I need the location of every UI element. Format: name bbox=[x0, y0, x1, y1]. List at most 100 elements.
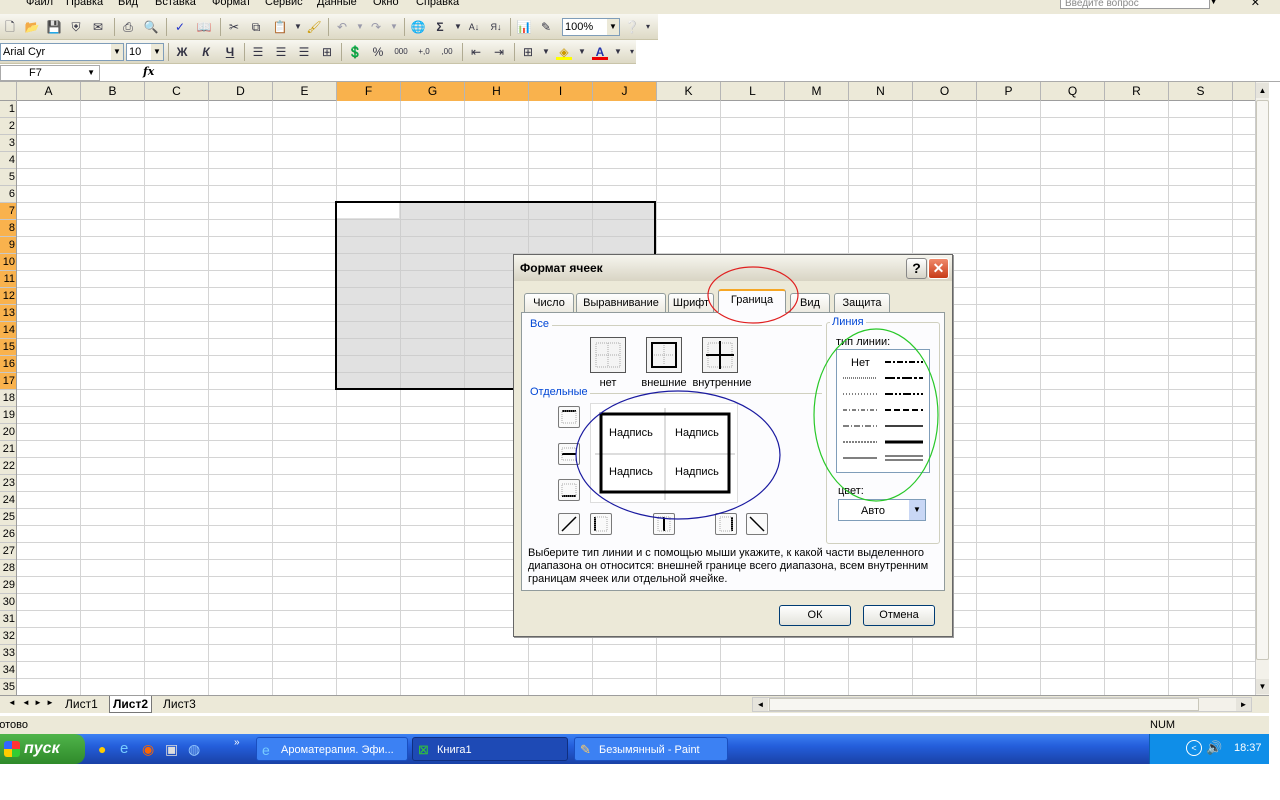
column-header-e[interactable]: E bbox=[273, 82, 337, 101]
question-box[interactable]: Введите вопрос bbox=[1060, 0, 1210, 9]
toolbar-options-icon[interactable]: ▾ bbox=[624, 44, 640, 60]
taskbar-button-paint[interactable]: ✎ Безымянный - Paint bbox=[574, 737, 728, 761]
vertical-scrollbar[interactable]: ▲ ▼ bbox=[1255, 82, 1269, 695]
bold-button[interactable]: Ж bbox=[174, 44, 190, 60]
row-header-19[interactable]: 19 bbox=[0, 407, 16, 424]
row-header-27[interactable]: 27 bbox=[0, 543, 16, 560]
font-color-icon[interactable]: A bbox=[592, 44, 608, 60]
preset-inside-button[interactable] bbox=[702, 337, 738, 373]
quicklaunch-icon-5[interactable]: ◍ bbox=[188, 741, 200, 758]
column-header-c[interactable]: C bbox=[145, 82, 209, 101]
column-header-g[interactable]: G bbox=[401, 82, 465, 101]
paste-icon[interactable]: 📋 bbox=[272, 19, 288, 35]
row-header-13[interactable]: 13 bbox=[0, 305, 16, 322]
row-header-3[interactable]: 3 bbox=[0, 135, 16, 152]
name-box[interactable]: F7 ▼ bbox=[0, 65, 100, 81]
column-header-f[interactable]: F bbox=[337, 82, 401, 101]
row-header-11[interactable]: 11 bbox=[0, 271, 16, 288]
sort-descending-icon[interactable]: Я↓ bbox=[488, 19, 504, 35]
column-header-s[interactable]: S bbox=[1169, 82, 1233, 101]
row-header-14[interactable]: 14 bbox=[0, 322, 16, 339]
row-header-6[interactable]: 6 bbox=[0, 186, 16, 203]
line-style-swatches[interactable] bbox=[837, 350, 931, 474]
quicklaunch-icon-3[interactable]: ◉ bbox=[142, 741, 154, 758]
scroll-down-icon[interactable]: ▼ bbox=[1256, 679, 1269, 694]
border-diagonal-down-button[interactable] bbox=[746, 513, 768, 535]
open-icon[interactable]: 📂 bbox=[24, 19, 40, 35]
row-header-28[interactable]: 28 bbox=[0, 560, 16, 577]
cut-icon[interactable]: ✂ bbox=[226, 19, 242, 35]
font-name-combo[interactable]: Arial Cyr ▼ bbox=[0, 43, 124, 61]
column-header-k[interactable]: K bbox=[657, 82, 721, 101]
underline-button[interactable]: Ч bbox=[222, 44, 238, 60]
borders-icon[interactable]: ⊞ bbox=[520, 44, 536, 60]
currency-icon[interactable]: 💲 bbox=[347, 44, 363, 60]
internet-explorer-icon[interactable]: e bbox=[120, 740, 128, 757]
taskbar-button-excel[interactable]: ⊠ Книга1 bbox=[412, 737, 568, 761]
save-icon[interactable]: 💾 bbox=[46, 19, 62, 35]
format-painter-icon[interactable]: 🖌 bbox=[306, 19, 322, 35]
menu-data[interactable]: Данные bbox=[317, 0, 357, 8]
row-header-17[interactable]: 17 bbox=[0, 373, 16, 390]
menu-edit[interactable]: Правка bbox=[66, 0, 103, 8]
border-bottom-button[interactable] bbox=[558, 479, 580, 501]
decrease-decimal-icon[interactable]: ,00 bbox=[439, 44, 455, 60]
help-icon[interactable]: ❔ bbox=[624, 19, 640, 35]
print-preview-icon[interactable]: 🔍 bbox=[143, 19, 159, 35]
tab-protection[interactable]: Защита bbox=[834, 293, 890, 312]
research-icon[interactable]: 📖 bbox=[196, 19, 212, 35]
undo-dropdown-icon[interactable]: ▼ bbox=[352, 19, 368, 35]
prev-sheet-icon[interactable]: ◄ bbox=[22, 698, 30, 707]
menu-file[interactable]: Файл bbox=[26, 0, 53, 8]
borders-dropdown-icon[interactable]: ▼ bbox=[538, 44, 554, 60]
horizontal-scrollbar[interactable]: ◄ ► bbox=[752, 697, 1252, 712]
row-header-12[interactable]: 12 bbox=[0, 288, 16, 305]
column-header-l[interactable]: L bbox=[721, 82, 785, 101]
border-inside-vertical-button[interactable] bbox=[653, 513, 675, 535]
merge-center-icon[interactable]: ⊞ bbox=[319, 44, 335, 60]
row-header-20[interactable]: 20 bbox=[0, 424, 16, 441]
border-diagonal-up-button[interactable] bbox=[558, 513, 580, 535]
column-header-n[interactable]: N bbox=[849, 82, 913, 101]
tab-border[interactable]: Граница bbox=[718, 289, 786, 313]
row-header-32[interactable]: 32 bbox=[0, 628, 16, 645]
row-header-4[interactable]: 4 bbox=[0, 152, 16, 169]
row-header-15[interactable]: 15 bbox=[0, 339, 16, 356]
new-icon[interactable]: 🗋 bbox=[2, 19, 18, 35]
fill-color-dropdown-icon[interactable]: ▼ bbox=[574, 44, 590, 60]
sort-ascending-icon[interactable]: A↓ bbox=[466, 19, 482, 35]
column-header-a[interactable]: A bbox=[17, 82, 81, 101]
sheet-tab-1[interactable]: Лист1 bbox=[62, 696, 101, 713]
permission-icon[interactable]: ⛨ bbox=[68, 19, 84, 35]
toolbar-options-icon[interactable]: ▾ bbox=[640, 19, 656, 35]
menu-tools[interactable]: Сервис bbox=[265, 0, 303, 8]
next-sheet-icon[interactable]: ► bbox=[34, 698, 42, 707]
row-header-30[interactable]: 30 bbox=[0, 594, 16, 611]
scroll-right-icon[interactable]: ► bbox=[1236, 698, 1251, 711]
hyperlink-icon[interactable]: 🌐 bbox=[410, 19, 426, 35]
redo-dropdown-icon[interactable]: ▼ bbox=[386, 19, 402, 35]
preset-none-button[interactable] bbox=[590, 337, 626, 373]
tray-expand-icon[interactable]: < bbox=[1186, 740, 1202, 756]
row-header-16[interactable]: 16 bbox=[0, 356, 16, 373]
line-style-list[interactable]: Нет bbox=[836, 349, 930, 473]
row-header-22[interactable]: 22 bbox=[0, 458, 16, 475]
start-button[interactable]: пуск bbox=[0, 734, 85, 764]
column-header-p[interactable]: P bbox=[977, 82, 1041, 101]
column-header-m[interactable]: M bbox=[785, 82, 849, 101]
tab-alignment[interactable]: Выравнивание bbox=[576, 293, 666, 312]
italic-button[interactable]: К bbox=[198, 44, 214, 60]
volume-icon[interactable]: 🔊 bbox=[1206, 740, 1222, 756]
border-top-button[interactable] bbox=[558, 406, 580, 428]
tab-number[interactable]: Число bbox=[524, 293, 574, 312]
menu-help[interactable]: Справка bbox=[416, 0, 459, 8]
menu-insert[interactable]: Вставка bbox=[155, 0, 196, 8]
column-header-b[interactable]: B bbox=[81, 82, 145, 101]
undo-icon[interactable]: ↶ bbox=[334, 19, 350, 35]
menu-view[interactable]: Вид bbox=[118, 0, 138, 8]
row-header-1[interactable]: 1 bbox=[0, 101, 16, 118]
row-header-21[interactable]: 21 bbox=[0, 441, 16, 458]
menu-format[interactable]: Формат bbox=[212, 0, 251, 8]
decrease-indent-icon[interactable]: ⇤ bbox=[468, 44, 484, 60]
print-icon[interactable]: ⎙ bbox=[120, 19, 136, 35]
